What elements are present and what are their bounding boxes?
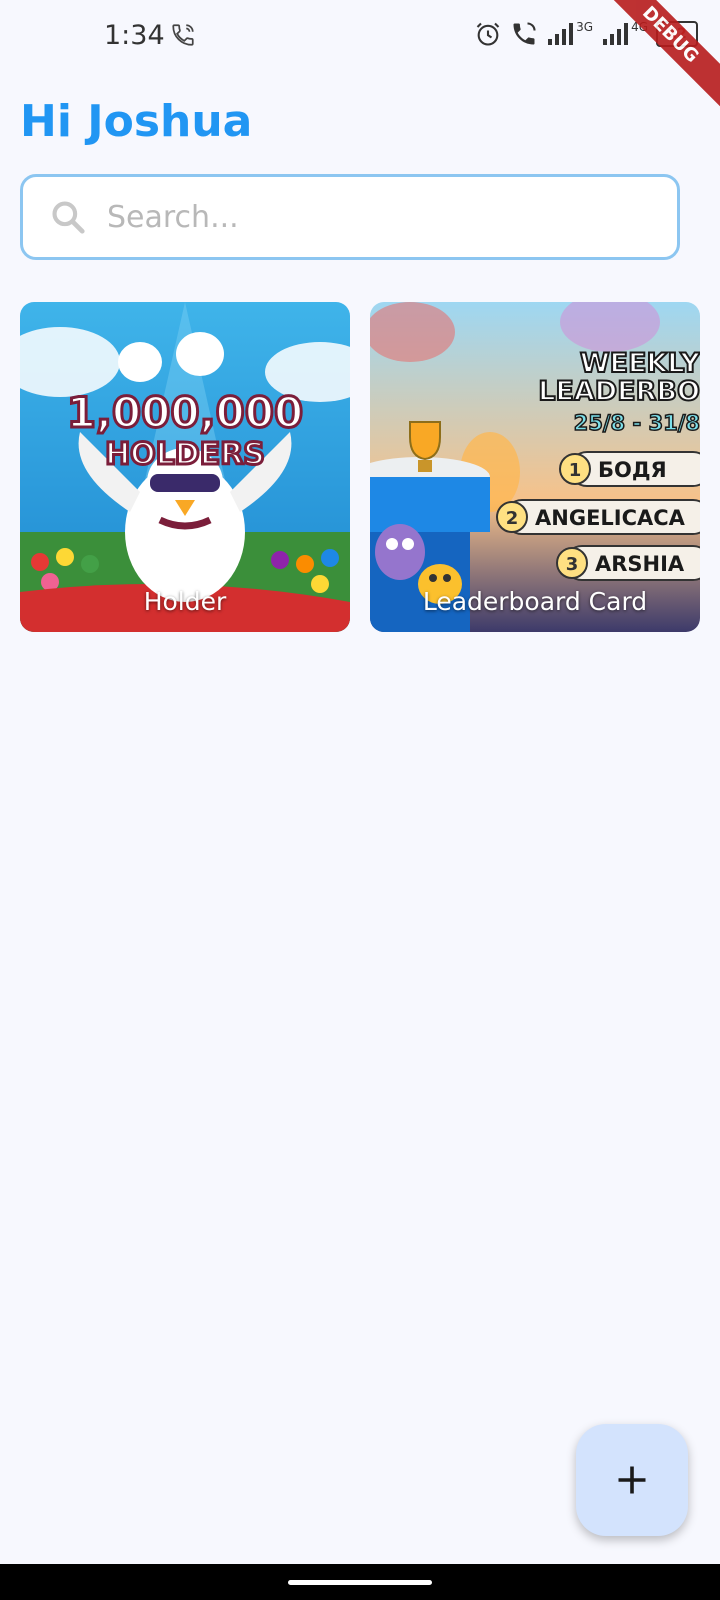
greeting-title: Hi Joshua	[20, 96, 253, 147]
holder-card-image: 1,000,000 HOLDERS	[20, 302, 350, 632]
signal-icon	[548, 23, 574, 45]
network-type-1: 3G	[576, 20, 594, 34]
holder-card-label: Holder	[143, 587, 227, 616]
add-button[interactable]	[576, 1424, 688, 1536]
holder-art-title: HOLDERS	[105, 437, 265, 472]
search-icon	[52, 201, 85, 234]
card-grid: 1,000,000 HOLDERS Holder WEEKLY LEADERBO…	[20, 302, 700, 632]
status-bar: 1:34 3G 4G 22 DEBUG	[0, 0, 720, 117]
call-icon	[513, 22, 536, 45]
home-indicator[interactable]	[288, 1580, 432, 1585]
leaderboard-card[interactable]: WEEKLY LEADERBO 25/8 - 31/8 1 БОДЯ 2 ANG…	[370, 302, 700, 632]
alarm-icon	[476, 22, 500, 46]
leaderboard-art-title-1: WEEKLY	[580, 348, 700, 379]
wifi-call-icon	[172, 24, 194, 46]
leaderboard-art-dates: 25/8 - 31/8	[574, 411, 700, 435]
leaderboard-rank-1-number: 1	[569, 460, 582, 481]
leaderboard-rank-2-number: 2	[506, 508, 519, 529]
search-input[interactable]	[105, 198, 629, 236]
search-bar[interactable]	[20, 174, 680, 260]
leaderboard-card-label: Leaderboard Card	[422, 587, 648, 616]
system-nav-bar	[0, 1564, 720, 1600]
leaderboard-art-title-2: LEADERBO	[538, 376, 700, 407]
status-time: 1:34	[104, 20, 165, 51]
holder-art-count: 1,000,000	[67, 388, 303, 437]
leaderboard-rank-1-name: БОДЯ	[598, 458, 667, 482]
leaderboard-rank-3-number: 3	[566, 554, 579, 575]
leaderboard-card-image: WEEKLY LEADERBO 25/8 - 31/8 1 БОДЯ 2 ANG…	[370, 302, 700, 632]
plus-icon	[618, 1466, 646, 1494]
holder-card[interactable]: 1,000,000 HOLDERS Holder	[20, 302, 350, 632]
leaderboard-rank-3-name: ARSHIA	[595, 552, 685, 576]
debug-banner: DEBUG	[588, 0, 720, 117]
leaderboard-rank-2-name: ANGELICACA	[535, 506, 686, 530]
signal-icon-2	[603, 23, 629, 45]
